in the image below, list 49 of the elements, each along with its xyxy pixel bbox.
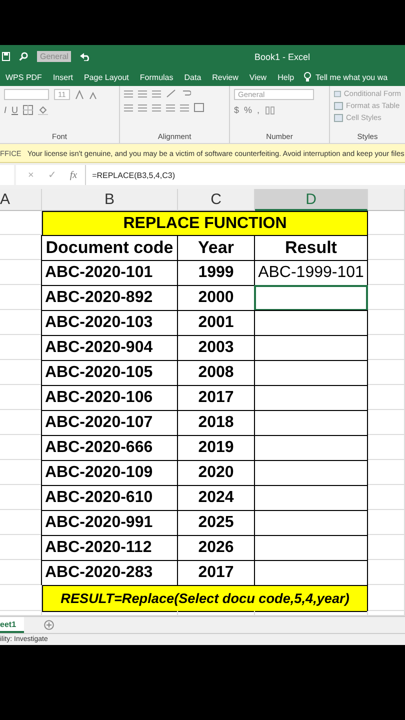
align-icon[interactable] <box>152 90 161 98</box>
undo-icon[interactable] <box>80 52 92 61</box>
column-header[interactable]: A <box>0 189 42 211</box>
column-header[interactable]: B <box>42 189 178 211</box>
decimal-icon[interactable] <box>264 106 275 114</box>
font-name-field[interactable] <box>4 89 49 100</box>
align-icon[interactable] <box>152 104 161 112</box>
orientation-icon[interactable] <box>166 89 177 98</box>
table-title: REPLACE FUNCTION <box>42 211 368 236</box>
ribbon-tab[interactable]: Formulas <box>134 68 179 86</box>
align-icon[interactable] <box>180 104 189 112</box>
format-button[interactable]: U <box>12 105 18 115</box>
ribbon-tab[interactable]: Review <box>206 68 244 86</box>
align-icon[interactable] <box>138 104 147 112</box>
fill-color-icon[interactable] <box>38 105 48 115</box>
window-title: Book1 - Excel <box>254 52 310 62</box>
table-cell[interactable] <box>254 285 368 311</box>
align-icon[interactable] <box>124 104 133 112</box>
ribbon-tab[interactable]: Help <box>272 68 300 86</box>
align-icon[interactable] <box>138 90 147 98</box>
lightbulb-icon[interactable] <box>304 72 311 82</box>
merge-cells-icon[interactable] <box>194 103 204 112</box>
number-format-button[interactable]: , <box>257 105 260 115</box>
ribbon-tab[interactable]: Page Layout <box>78 68 134 86</box>
formula-field[interactable]: =REPLACE(B3,5,4,C3) <box>86 165 405 185</box>
ribbon-tab[interactable]: Data <box>178 68 207 86</box>
shrink-font-icon[interactable] <box>88 90 97 98</box>
tell-me-field[interactable]: Tell me what you wa <box>316 72 388 82</box>
insert-function-button[interactable]: fx <box>70 170 78 180</box>
format-button[interactable]: I <box>4 105 7 115</box>
number-format-button[interactable]: $ <box>234 105 240 115</box>
column-header[interactable]: D <box>255 189 368 211</box>
grow-font-icon[interactable] <box>74 90 84 99</box>
add-sheet-icon[interactable] <box>44 620 54 630</box>
border-icon[interactable] <box>23 105 34 115</box>
number-format-button[interactable]: % <box>244 105 252 115</box>
ribbon-tab[interactable]: View <box>244 68 272 86</box>
align-icon[interactable] <box>124 90 133 98</box>
align-icon[interactable] <box>166 104 175 112</box>
ribbon-tab[interactable]: WPS PDF <box>0 68 48 86</box>
wrap-text-icon[interactable] <box>182 89 191 98</box>
save-icon[interactable] <box>2 52 10 61</box>
table-cell[interactable] <box>254 310 368 336</box>
sheet-tab[interactable]: eet1 <box>0 617 24 633</box>
ribbon-tab[interactable]: Insert <box>47 68 78 86</box>
formula-note: RESULT=Replace(Select docu code,5,4,year) <box>42 585 368 612</box>
search-icon[interactable] <box>19 52 28 61</box>
column-header[interactable] <box>368 189 405 211</box>
column-header[interactable]: C <box>178 189 255 211</box>
